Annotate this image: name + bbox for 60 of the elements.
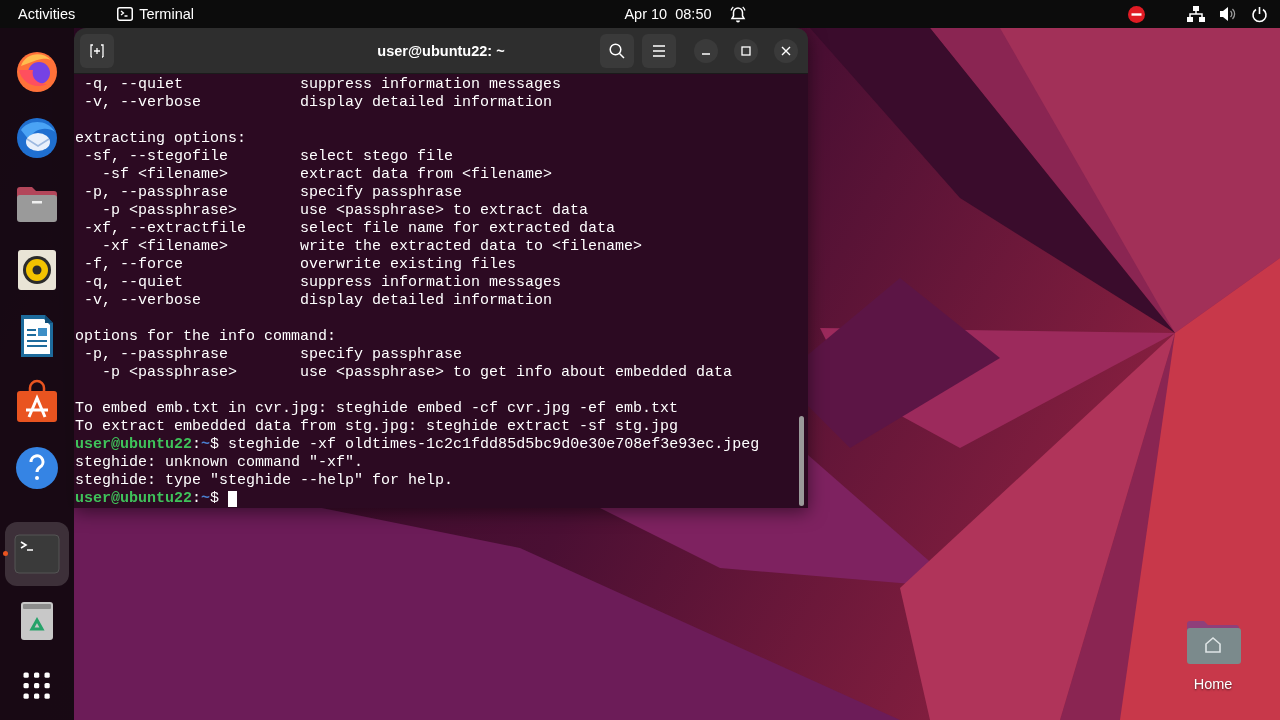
output-line: extracting options: xyxy=(75,130,247,148)
option-label: -v, --verbose xyxy=(84,94,202,111)
menu-icon xyxy=(652,44,666,57)
option-label: -v, --verbose xyxy=(84,292,202,309)
help-icon[interactable] xyxy=(13,444,61,492)
new-tab-button[interactable] xyxy=(80,33,114,68)
close-button[interactable] xyxy=(774,38,798,63)
option-label: -p <passphrase> xyxy=(102,202,238,219)
folder-icon[interactable] xyxy=(1185,618,1241,666)
scrollbar[interactable] xyxy=(799,416,804,506)
output-line: steghide: unknown command "-xf". xyxy=(75,454,364,472)
app-menu-label[interactable]: Terminal xyxy=(139,6,194,22)
maximize-button[interactable] xyxy=(734,38,758,63)
option-description: use <passphrase> to extract data xyxy=(300,202,589,220)
search-icon xyxy=(609,42,625,59)
network-icon[interactable] xyxy=(1187,6,1205,22)
window-title: user@ubuntu22: ~ xyxy=(377,42,505,59)
option-label: -sf <filename> xyxy=(102,166,229,183)
option-label: -p, --passphrase xyxy=(84,346,229,363)
output-line: options for the info command: xyxy=(75,328,337,346)
output-line: To embed emb.txt in cvr.jpg: steghide embed -cf cvr.jpg -ef emb.txt xyxy=(75,400,679,418)
option-description: specify passphrase xyxy=(300,346,463,364)
search-button[interactable] xyxy=(600,33,634,68)
option-label: -p <passphrase> xyxy=(102,364,238,381)
new-tab-icon xyxy=(90,43,104,58)
volume-icon[interactable] xyxy=(1219,6,1237,22)
close-icon xyxy=(781,45,791,56)
option-description: display detailed information xyxy=(300,292,553,310)
option-description: use <passphrase> to get info about embedded data xyxy=(300,364,733,382)
output-line: To extract embedded data from stg.jpg: steghide extract -sf stg.jpg xyxy=(75,418,679,436)
option-label: -xf, --extractfile xyxy=(84,220,247,237)
activities-button[interactable]: Activities xyxy=(18,6,76,22)
option-description: overwrite existing files xyxy=(300,256,517,274)
desktop-icon-label[interactable]: Home xyxy=(1193,676,1233,692)
minimize-icon xyxy=(702,52,710,55)
menu-button[interactable] xyxy=(642,33,676,68)
option-description: select stego file xyxy=(300,148,454,166)
option-label: -p, --passphrase xyxy=(84,184,229,201)
option-label: -f, --force xyxy=(84,256,184,273)
option-description: select file name for extracted data xyxy=(300,220,616,238)
option-description: suppress information messages xyxy=(300,274,562,292)
do-not-disturb-icon[interactable] xyxy=(1128,5,1145,23)
option-label: -q, --quiet xyxy=(84,274,184,291)
option-description: suppress information messages xyxy=(300,76,562,94)
option-description: extract data from <filename> xyxy=(300,166,553,184)
option-description: specify passphrase xyxy=(300,184,463,202)
prompt-line: user@ubuntu22:~$ xyxy=(75,490,220,508)
option-label: -sf, --stegofile xyxy=(84,148,229,165)
option-label: -xf <filename> xyxy=(102,238,229,255)
minimize-button[interactable] xyxy=(694,38,718,63)
bell-icon xyxy=(729,5,746,23)
clock[interactable]: Apr 10 08:50 xyxy=(624,6,712,22)
terminal-icon xyxy=(117,7,134,21)
output-line: steghide: type "steghide --help" for help. xyxy=(75,472,454,490)
maximize-icon xyxy=(741,45,751,56)
power-icon[interactable] xyxy=(1251,5,1268,23)
prompt-line: user@ubuntu22:~$ steghide -xf oldtimes-1c2c1fdd85d5bc9d0e30e708ef3e93ec.jpeg xyxy=(75,436,760,454)
option-description: write the extracted data to <filename> xyxy=(300,238,643,256)
option-description: display detailed information xyxy=(300,94,553,112)
option-label: -q, --quiet xyxy=(84,76,184,93)
